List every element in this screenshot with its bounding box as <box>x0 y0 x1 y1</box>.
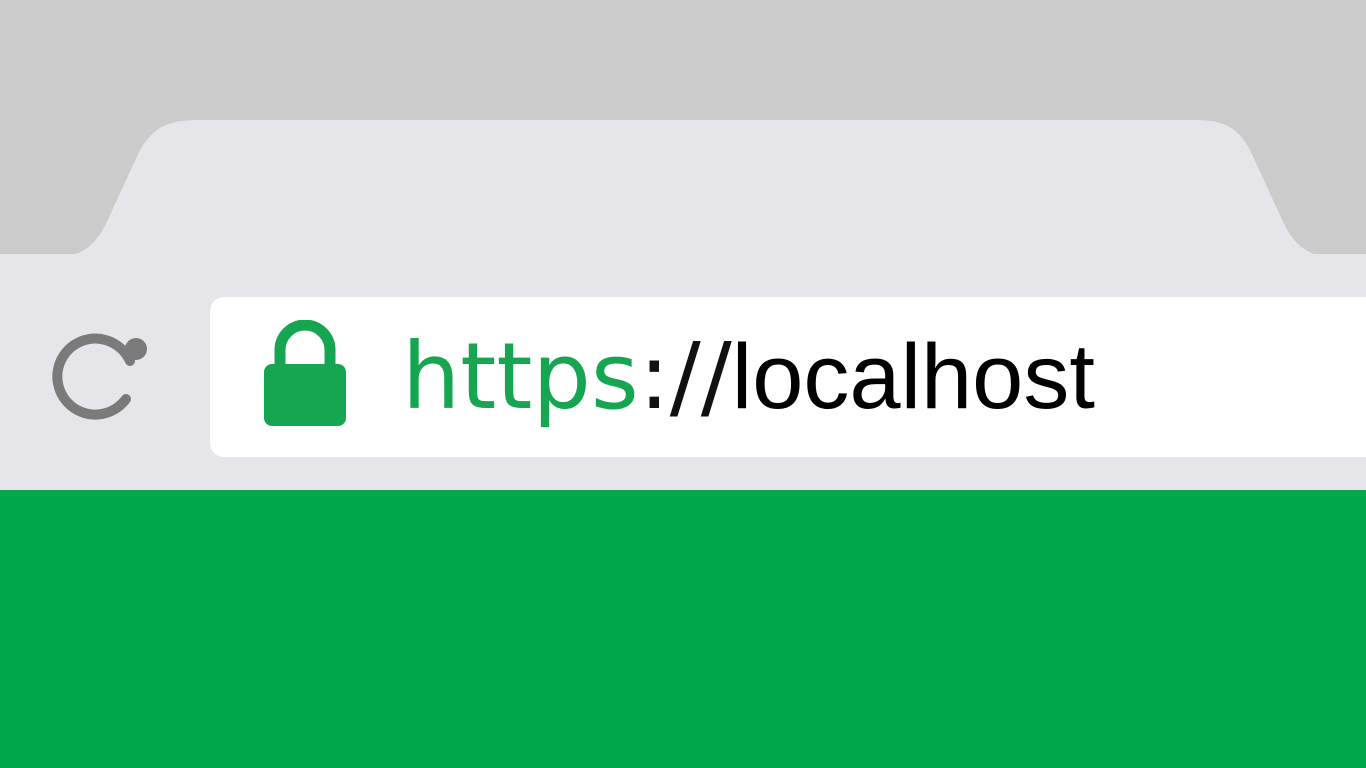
lock-icon[interactable] <box>262 320 348 428</box>
url-scheme: https <box>402 323 639 430</box>
reload-arc <box>52 333 135 420</box>
reload-icon[interactable] <box>44 327 148 431</box>
page-content <box>0 490 1366 768</box>
url-host: localhost <box>731 326 1095 428</box>
url-text[interactable]: https://localhost <box>402 322 1095 432</box>
lock-shackle <box>274 320 336 368</box>
active-tab-shape <box>30 120 1360 260</box>
reload-knob <box>125 338 147 360</box>
browser-window: https://localhost <box>0 0 1366 768</box>
active-tab[interactable] <box>0 0 1366 260</box>
lock-body <box>264 364 346 426</box>
url-separator: :// <box>638 323 732 430</box>
